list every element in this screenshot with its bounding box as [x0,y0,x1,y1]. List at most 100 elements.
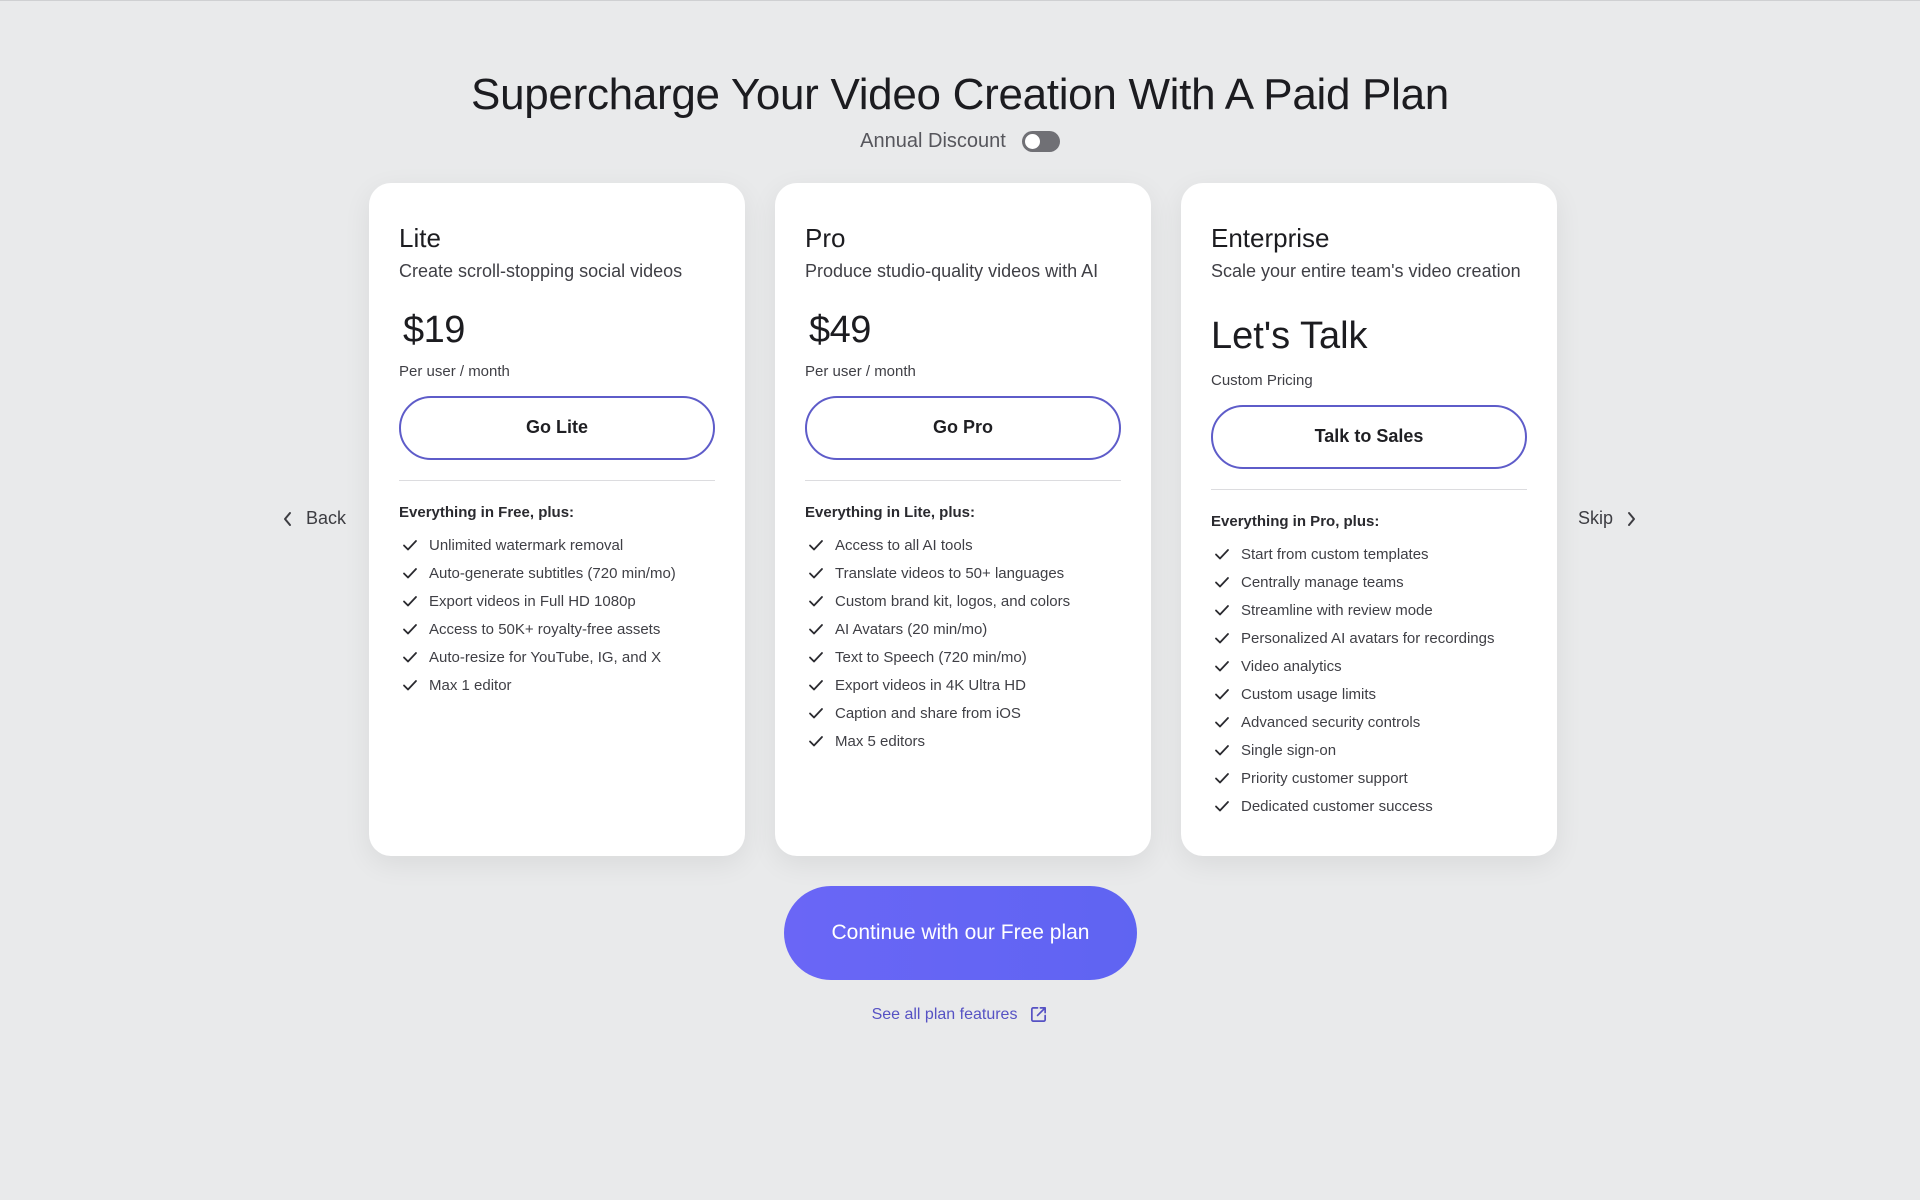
continue-free-plan-button[interactable]: Continue with our Free plan [784,886,1137,980]
talk-to-sales-button[interactable]: Talk to Sales [1211,405,1527,469]
feature-item: Personalized AI avatars for recordings [1211,624,1494,652]
plan-description: Produce studio-quality videos with AI [805,261,1099,281]
feature-item: Caption and share from iOS [805,699,1070,727]
features-heading: Everything in Free, plus: [399,504,575,521]
divider [805,480,1121,481]
see-all-label: See all plan features [871,1005,1018,1023]
chevron-left-icon [284,511,291,526]
feature-label: AI Avatars (20 min/mo) [835,620,988,638]
feature-item: Priority customer support [1211,764,1494,792]
feature-item: Access to all AI tools [805,531,1070,559]
back-button[interactable]: Back [282,508,346,529]
feature-label: Max 5 editors [835,732,926,750]
check-icon [403,540,417,551]
plan-price-note: Custom Pricing [1211,372,1313,389]
check-icon [1215,661,1229,672]
feature-item: Custom brand kit, logos, and colors [805,587,1070,615]
check-icon [1215,633,1229,644]
plan-description: Scale your entire team's video creation [1211,261,1521,281]
feature-label: Single sign-on [1241,741,1337,759]
skip-label: Skip [1578,508,1614,528]
go-lite-button[interactable]: Go Lite [399,396,715,460]
go-pro-button[interactable]: Go Pro [805,396,1121,460]
check-icon [809,708,823,719]
feature-label: Personalized AI avatars for recordings [1241,629,1495,647]
feature-label: Caption and share from iOS [835,704,1021,722]
page-title: Supercharge Your Video Creation With A P… [471,70,1449,119]
feature-item: Custom usage limits [1211,680,1494,708]
external-link-icon [1031,1006,1047,1023]
feature-item: Export videos in 4K Ultra HD [805,671,1070,699]
check-icon [1215,605,1229,616]
feature-item: Auto-resize for YouTube, IG, and X [399,643,676,671]
divider [1211,489,1527,490]
feature-label: Centrally manage teams [1241,573,1404,591]
plan-price: $49 [809,309,871,351]
feature-item: Video analytics [1211,652,1494,680]
check-icon [809,680,823,691]
check-icon [809,736,823,747]
plan-name: Lite [399,223,441,253]
check-icon [809,596,823,607]
check-icon [809,652,823,663]
feature-item: Start from custom templates [1211,540,1494,568]
check-icon [809,568,823,579]
plan-card-pro: Pro Produce studio-quality videos with A… [775,183,1151,856]
feature-label: Unlimited watermark removal [429,536,624,554]
feature-label: Max 1 editor [429,676,512,694]
feature-label: Custom brand kit, logos, and colors [835,592,1071,610]
feature-item: Export videos in Full HD 1080p [399,587,676,615]
chevron-right-icon [1628,511,1636,526]
features-heading: Everything in Lite, plus: [805,504,976,521]
feature-item: Access to 50K+ royalty-free assets [399,615,676,643]
check-icon [403,596,417,607]
features-list: Start from custom templates Centrally man… [1211,540,1494,820]
feature-label: Video analytics [1241,657,1342,675]
feature-item: Dedicated customer success [1211,792,1494,820]
plan-price: $19 [403,309,465,351]
check-icon [1215,773,1229,784]
check-icon [1215,801,1229,812]
features-list: Unlimited watermark removal Auto-generate… [399,531,676,699]
feature-item: AI Avatars (20 min/mo) [805,615,1070,643]
toggle-knob [1024,134,1040,149]
feature-label: Access to all AI tools [835,536,973,554]
feature-label: Auto-generate subtitles (720 min/mo) [429,564,676,582]
feature-label: Access to 50K+ royalty-free assets [429,620,661,638]
feature-item: Streamline with review mode [1211,596,1494,624]
feature-item: Centrally manage teams [1211,568,1494,596]
feature-label: Start from custom templates [1241,545,1429,563]
check-icon [403,624,417,635]
feature-item: Max 5 editors [805,727,1070,755]
features-list: Access to all AI tools Translate videos t… [805,531,1070,755]
annual-discount-label: Annual Discount [860,130,1006,152]
feature-item: Max 1 editor [399,671,676,699]
feature-label: Dedicated customer success [1241,797,1433,815]
check-icon [809,624,823,635]
see-all-plan-features-link[interactable]: See all plan features [0,1005,1920,1024]
feature-item: Text to Speech (720 min/mo) [805,643,1070,671]
check-icon [1215,745,1229,756]
check-icon [809,540,823,551]
divider [399,480,715,481]
check-icon [403,568,417,579]
annual-discount-toggle[interactable] [1021,131,1060,152]
check-icon [1215,689,1229,700]
check-icon [1215,717,1229,728]
feature-item: Single sign-on [1211,736,1494,764]
feature-item: Advanced security controls [1211,708,1494,736]
check-icon [403,680,417,691]
feature-label: Streamline with review mode [1241,601,1433,619]
check-icon [403,652,417,663]
plan-description: Create scroll-stopping social videos [399,261,683,281]
feature-item: Auto-generate subtitles (720 min/mo) [399,559,676,587]
feature-label: Translate videos to 50+ languages [835,564,1065,582]
skip-button[interactable]: Skip [1578,508,1637,529]
plan-price-note: Per user / month [399,363,510,380]
check-icon [1215,577,1229,588]
feature-item: Translate videos to 50+ languages [805,559,1070,587]
feature-item: Unlimited watermark removal [399,531,676,559]
top-border [0,0,1920,1]
feature-label: Custom usage limits [1241,685,1377,703]
plan-card-enterprise: Enterprise Scale your entire team's vide… [1181,183,1557,856]
